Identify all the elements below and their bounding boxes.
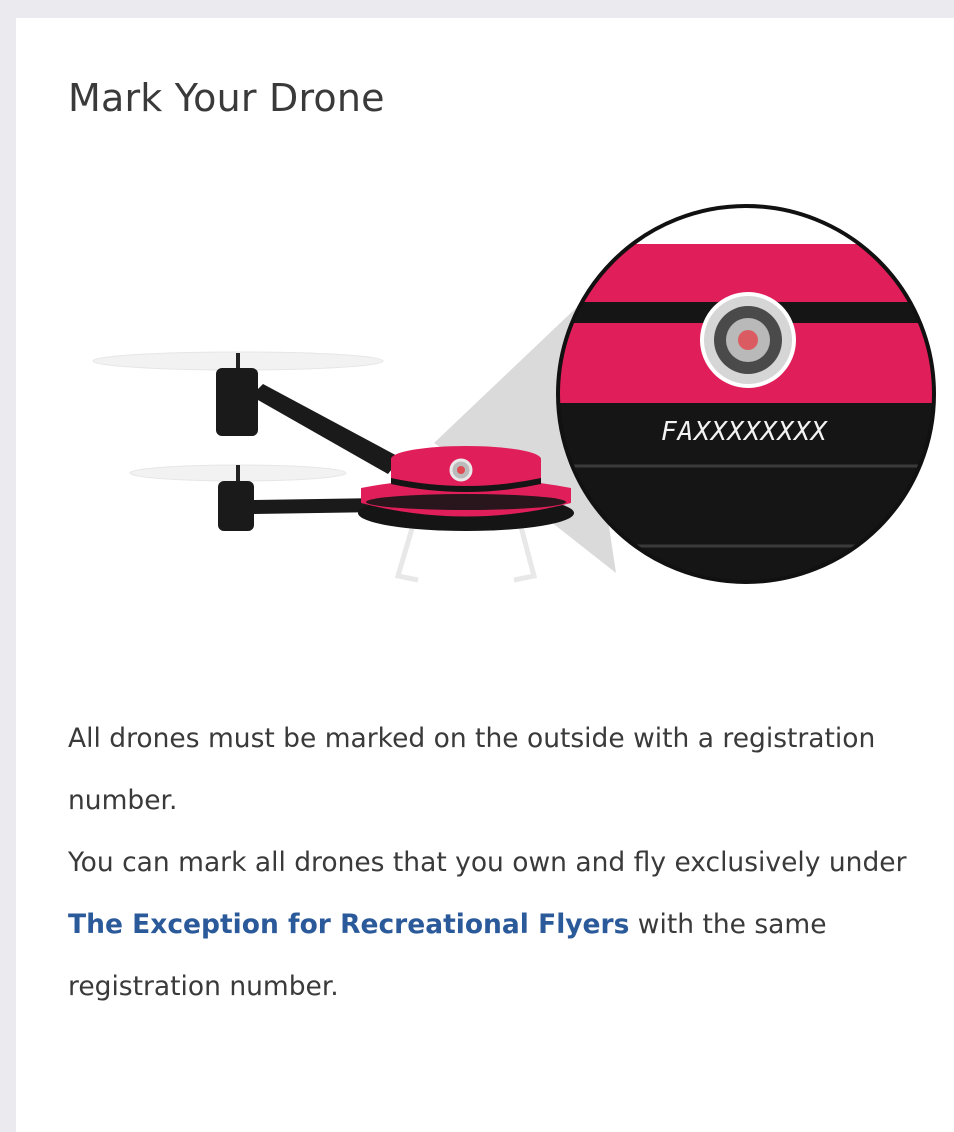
- paragraph-2-before-link: You can mark all drones that you own and…: [68, 847, 907, 878]
- motor-top: [216, 368, 258, 436]
- drone-marking-illustration: FAXXXXXXXX: [92, 204, 936, 584]
- recreational-flyers-exception-link[interactable]: The Exception for Recreational Flyers: [68, 909, 629, 940]
- mark-your-drone-card: Mark Your Drone FAXXXXXXXX All drones mu…: [16, 18, 954, 1132]
- registration-marking-text: FAXXXXXXXX: [661, 417, 828, 447]
- description-paragraph-1: All drones must be marked on the outside…: [68, 723, 876, 816]
- motor-bottom: [218, 481, 254, 531]
- description-paragraph-2: You can mark all drones that you own and…: [68, 832, 908, 1018]
- arm-top: [251, 384, 401, 474]
- card-title: Mark Your Drone: [68, 76, 385, 120]
- description: All drones must be marked on the outside…: [68, 708, 908, 1018]
